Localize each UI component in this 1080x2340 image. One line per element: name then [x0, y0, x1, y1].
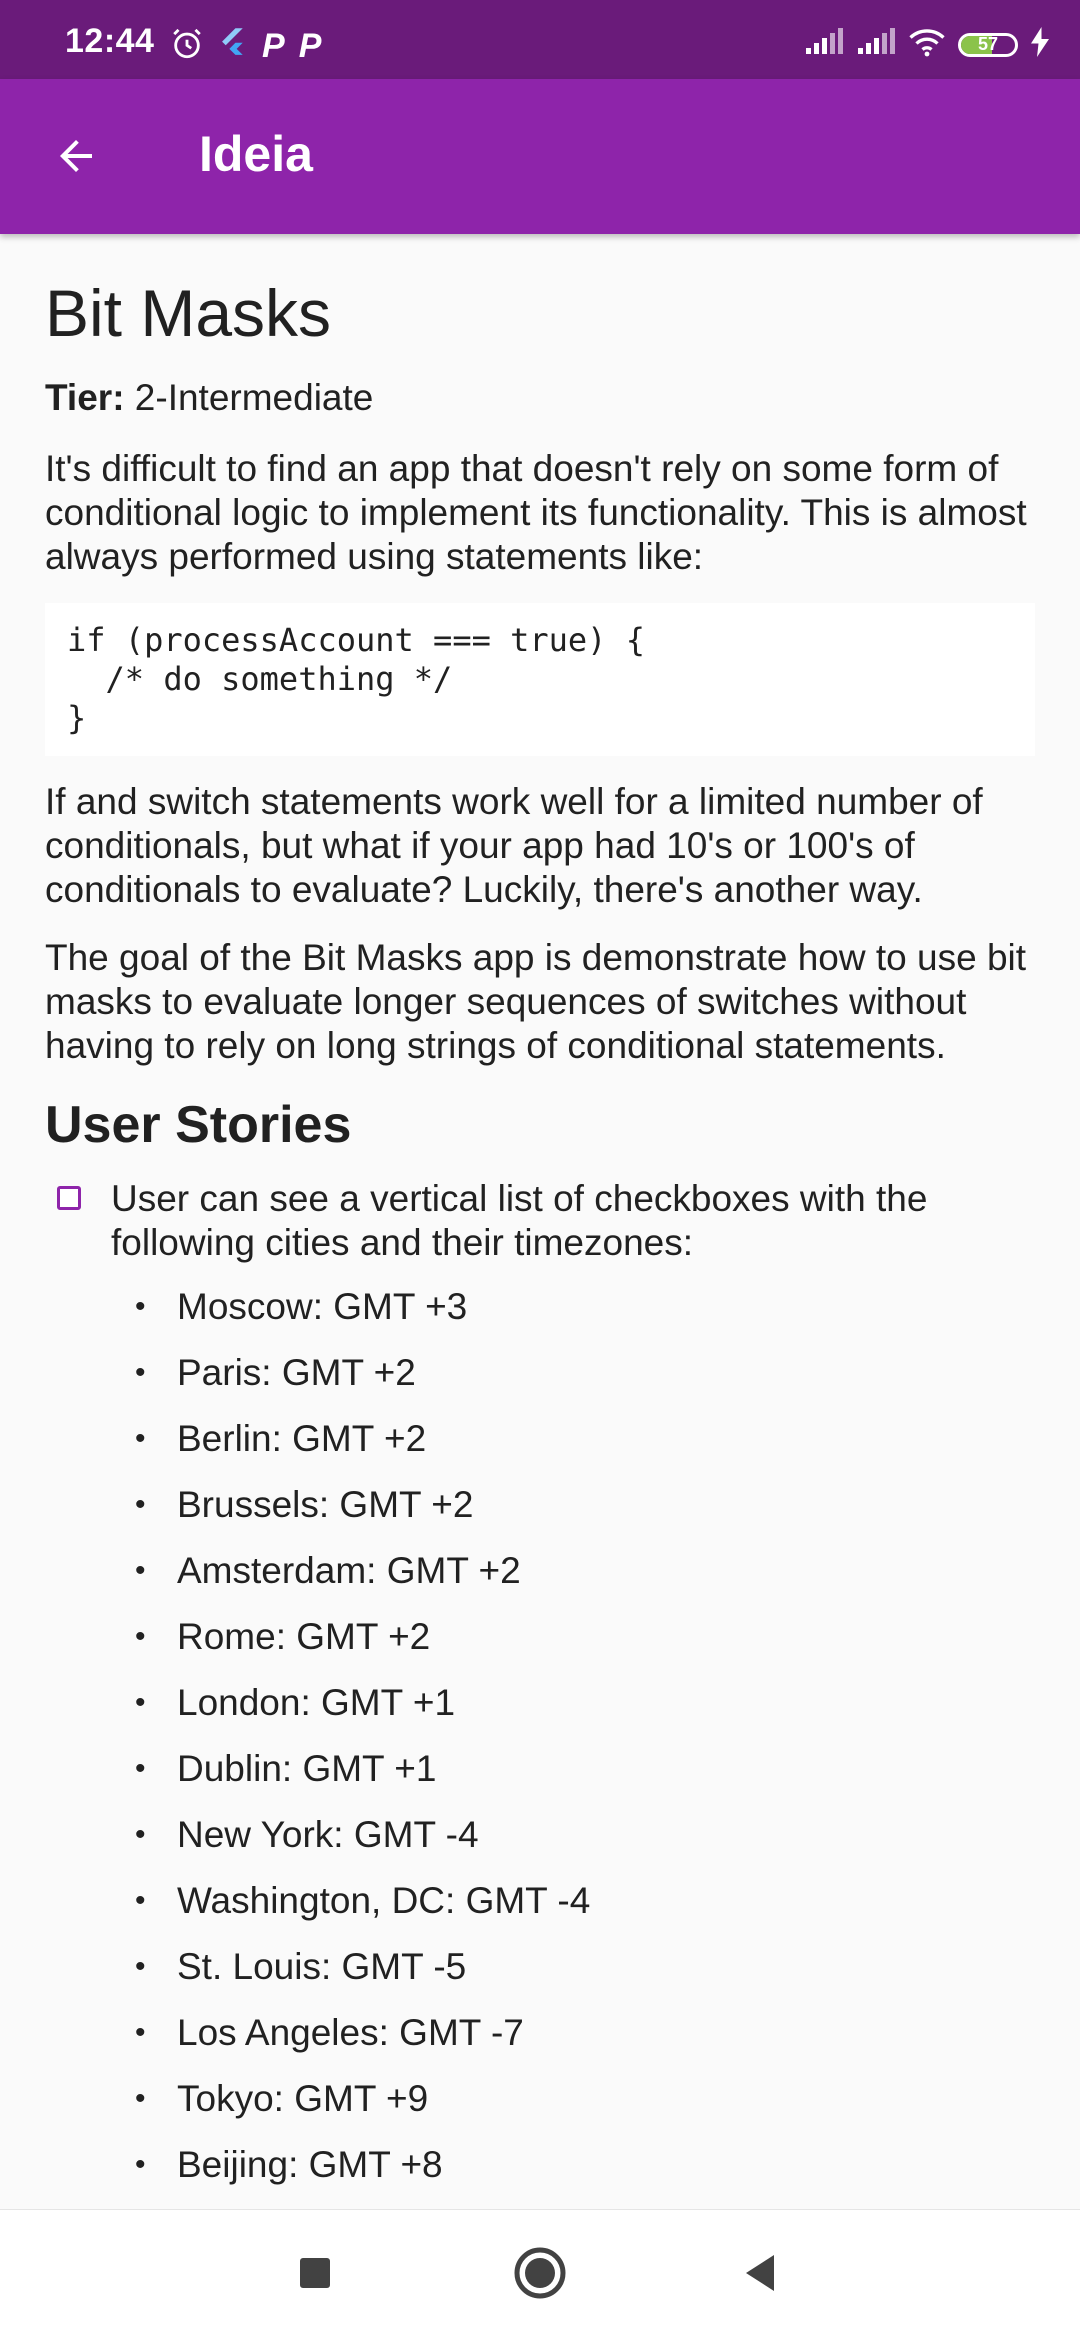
city-timezone: Los Angeles: GMT -7 — [177, 2011, 524, 2053]
list-item: • St. Louis: GMT -5 — [45, 1945, 1035, 2011]
paragraph-2: If and switch statements work well for a… — [45, 781, 983, 911]
bullet: • — [135, 1949, 146, 1983]
signal-icon — [856, 28, 896, 61]
city-timezone: New York: GMT -4 — [177, 1813, 479, 1855]
tier-value: 2-Intermediate — [124, 377, 374, 419]
bullet: • — [135, 1751, 146, 1785]
city-list: • Moscow: GMT +3 • Paris: GMT +2 • Berlin: … — [45, 1285, 1035, 2209]
back-nav-button[interactable] — [725, 2240, 795, 2310]
bullet: • — [135, 2147, 146, 2181]
story-checkbox[interactable] — [57, 1185, 81, 1210]
city-timezone: Berlin: GMT +2 — [177, 1417, 427, 1459]
p-icon: P — [262, 27, 285, 65]
bullet: • — [135, 2015, 146, 2049]
tier-label: Tier: — [45, 377, 125, 419]
bullet: • — [135, 1355, 146, 1389]
city-timezone: Washington, DC: GMT -4 — [177, 1879, 591, 1921]
list-item: • Amsterdam: GMT +2 — [45, 1549, 1035, 1615]
list-item: • Berlin: GMT +2 — [45, 1417, 1035, 1483]
recent-apps-icon — [298, 2256, 332, 2295]
app-bar: Ideia — [0, 79, 1080, 234]
markdown-content[interactable]: Bit Masks Tier: 2-Intermediate It's diff… — [0, 234, 1080, 2210]
city-timezone: Beijing: GMT +8 — [177, 2143, 443, 2185]
bullet: • — [135, 1487, 146, 1521]
back-button[interactable] — [40, 122, 112, 194]
user-story-item: User can see a vertical list of checkbox… — [57, 1177, 1035, 1265]
section-title-user-stories: User Stories — [45, 1096, 352, 1155]
city-timezone: Moscow: GMT +3 — [177, 1285, 468, 1327]
city-timezone: Rome: GMT +2 — [177, 1615, 431, 1657]
bullet: • — [135, 1619, 146, 1653]
back-triangle-icon — [740, 2253, 780, 2298]
battery-icon: 57 — [958, 32, 1018, 57]
list-item: • Los Angeles: GMT -7 — [45, 2011, 1035, 2077]
arrow-left-icon — [52, 132, 100, 185]
list-item: • New York: GMT -4 — [45, 1813, 1035, 1879]
home-button[interactable] — [505, 2240, 575, 2310]
bullet: • — [135, 1553, 146, 1587]
battery-level: 57 — [977, 34, 999, 54]
bullet: • — [135, 1817, 146, 1851]
paragraph-3: The goal of the Bit Masks app is demonst… — [45, 937, 1027, 1067]
p-icon: P — [298, 27, 322, 65]
code-block: if (processAccount === true) { /* do som… — [45, 603, 1035, 757]
page-title: Bit Masks — [45, 276, 332, 350]
list-item: • Dublin: GMT +1 — [45, 1747, 1035, 1813]
app-title: Ideia — [199, 126, 313, 182]
list-item: • Rome: GMT +2 — [45, 1615, 1035, 1681]
city-timezone: Brussels: GMT +2 — [177, 1483, 474, 1525]
status-bar: 12:44 P P 57 — [0, 0, 1080, 79]
list-item: • London: GMT +1 — [45, 1681, 1035, 1747]
status-left-icons: P P — [170, 27, 321, 66]
intro-paragraph: It's difficult to find an app that doesn… — [45, 448, 1027, 578]
recent-apps-button[interactable] — [280, 2240, 350, 2310]
city-timezone: Paris: GMT +2 — [177, 1351, 416, 1393]
list-item: • Paris: GMT +2 — [45, 1351, 1035, 1417]
status-time: 12:44 — [65, 22, 155, 60]
status-right-icons: 57 — [804, 27, 1050, 62]
tier-line: Tier: 2-Intermediate — [45, 375, 1035, 421]
bullet: • — [135, 1883, 146, 1917]
home-icon — [512, 2245, 568, 2306]
bullet: • — [135, 1685, 146, 1719]
list-item: • Brussels: GMT +2 — [45, 1483, 1035, 1549]
city-timezone: Amsterdam: GMT +2 — [177, 1549, 521, 1591]
charging-icon — [1030, 27, 1050, 62]
city-timezone: Tokyo: GMT +9 — [177, 2077, 429, 2119]
list-item: • Tokyo: GMT +9 — [45, 2077, 1035, 2143]
alarm-icon — [170, 27, 204, 66]
list-item: • Moscow: GMT +3 — [45, 1285, 1035, 1351]
city-timezone: St. Louis: GMT -5 — [177, 1945, 467, 1987]
bullet: • — [135, 1289, 146, 1323]
story-text: User can see a vertical list of checkbox… — [111, 1177, 928, 1263]
list-item: • Washington, DC: GMT -4 — [45, 1879, 1035, 1945]
signal-icon — [804, 28, 844, 61]
wifi-icon — [908, 27, 946, 62]
city-timezone: Dublin: GMT +1 — [177, 1747, 437, 1789]
city-timezone: London: GMT +1 — [177, 1681, 456, 1723]
system-nav-bar — [0, 2209, 1080, 2340]
bullet: • — [135, 2081, 146, 2115]
list-item: • Beijing: GMT +8 — [45, 2143, 1035, 2209]
flutter-icon — [218, 27, 248, 66]
bullet: • — [135, 1421, 146, 1455]
